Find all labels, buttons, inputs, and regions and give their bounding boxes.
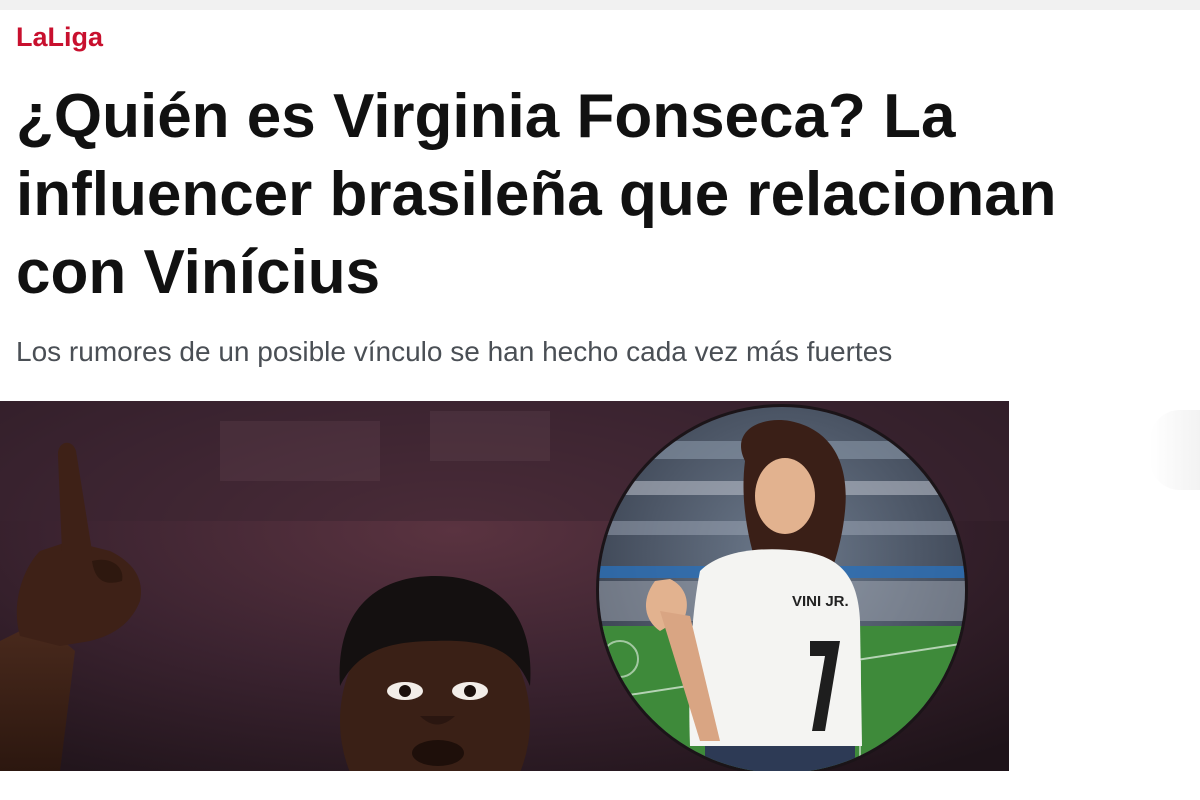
shirt-text: VINI JR. <box>792 593 849 610</box>
headline-line-2: influencer brasileña que relacionan <box>16 160 1057 229</box>
side-scroll-shadow <box>1150 410 1200 490</box>
hero-photo-illustration: VINI JR. <box>0 401 1009 771</box>
article-headline: ¿Quién es Virginia Fonseca? La influence… <box>16 78 1200 312</box>
headline-line-3: con Vinícius <box>16 238 381 307</box>
section-link-laliga[interactable]: LaLiga <box>16 22 103 53</box>
article-subtitle: Los rumores de un posible vínculo se han… <box>16 336 893 367</box>
headline-line-1: ¿Quién es Virginia Fonseca? La <box>16 82 956 151</box>
player-portrait <box>339 576 531 771</box>
browser-top-strip <box>0 0 1200 10</box>
hero-image[interactable]: VINI JR. <box>0 401 1009 771</box>
